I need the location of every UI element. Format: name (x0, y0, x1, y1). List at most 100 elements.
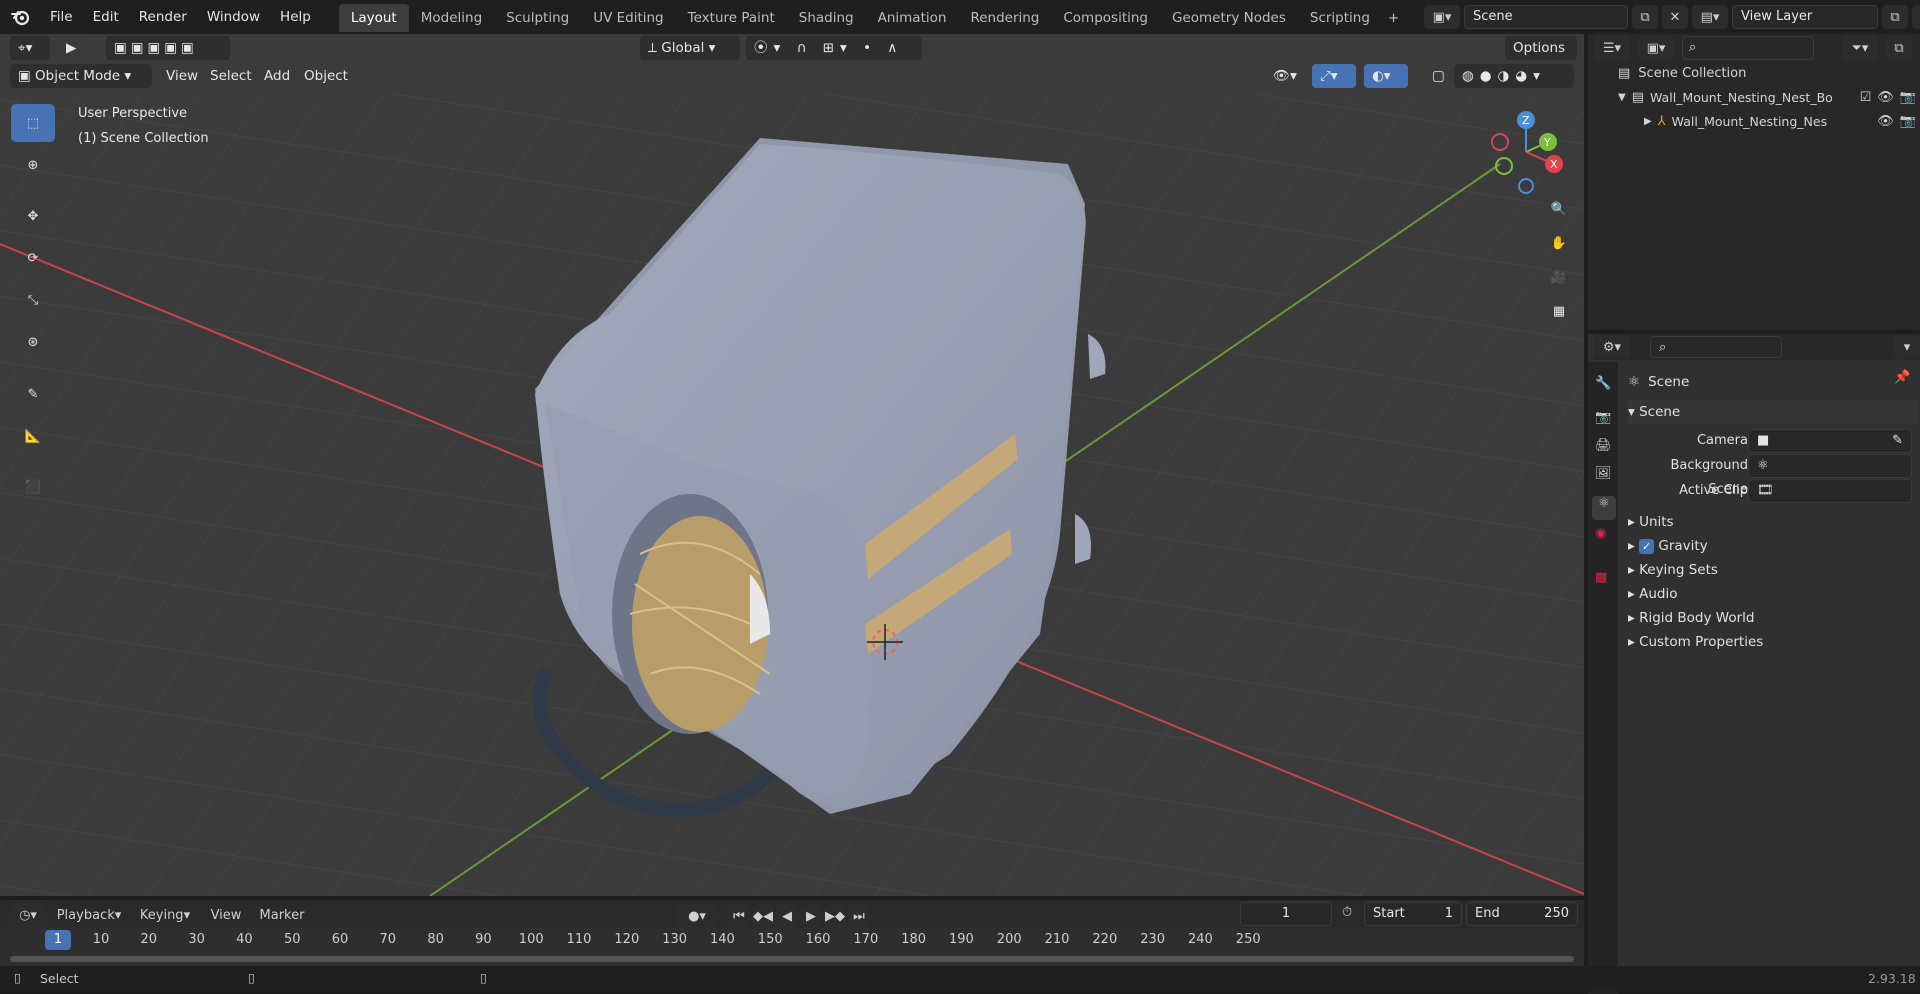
tool-scale[interactable]: ⤡ (11, 281, 55, 319)
menu-render[interactable]: Render (129, 0, 197, 34)
gravity-panel[interactable]: ▸ ✓ Gravity (1628, 534, 1708, 558)
view-layer-field[interactable]: View Layer (1732, 5, 1878, 29)
scene-selector-icon[interactable]: ▣▾ (1424, 5, 1460, 29)
eye-icon[interactable]: 👁 (1877, 90, 1894, 105)
new-view-layer-icon[interactable]: ⧉ (1882, 5, 1908, 29)
tab-layout[interactable]: Layout (338, 4, 409, 32)
play-icon[interactable]: ▶ (800, 904, 822, 928)
perspective-toggle-icon[interactable]: ▦ (1544, 296, 1574, 326)
scene-collection-row[interactable]: ▤ Scene Collection (1618, 66, 1746, 81)
xray-toggle[interactable]: ▢ (1424, 64, 1448, 88)
start-frame-field[interactable]: Start 1 (1364, 902, 1462, 926)
viewport-menu-add[interactable]: Add (256, 64, 298, 88)
playhead[interactable]: 1 (45, 930, 71, 950)
overlay-toggle[interactable]: ◐▾ (1364, 64, 1408, 88)
tab-scripting[interactable]: Scripting (1298, 4, 1382, 32)
tool-select-box[interactable]: ⬚ (11, 104, 55, 142)
menu-help[interactable]: Help (270, 0, 321, 34)
add-workspace-button[interactable]: + (1382, 4, 1405, 32)
units-panel[interactable]: ▸ Units (1628, 510, 1674, 534)
viewport-menu-select[interactable]: Select (202, 64, 260, 88)
marker-menu[interactable]: Marker (254, 903, 310, 927)
eye-icon[interactable]: 👁 (1877, 114, 1894, 129)
end-frame-field[interactable]: End 250 (1466, 902, 1578, 926)
tab-modeling[interactable]: Modeling (409, 4, 494, 32)
properties-search-input[interactable]: ⌕ (1650, 336, 1782, 358)
audio-panel[interactable]: ▸ Audio (1628, 582, 1677, 606)
filter-icon[interactable]: ⏷▾ (1842, 36, 1878, 60)
editor-type-button[interactable]: ⌖▾ (10, 36, 50, 60)
camera-view-icon[interactable]: 🎥 (1544, 262, 1574, 292)
world-tab-icon[interactable]: ◉ (1595, 526, 1606, 541)
properties-editor-type-icon[interactable]: ⚙▾ (1594, 335, 1630, 359)
tool-tab-icon[interactable]: 🔧 (1595, 376, 1611, 391)
new-collection-icon[interactable]: ⧉ (1886, 36, 1912, 60)
timeline-view-menu[interactable]: View (204, 903, 248, 927)
view-layer-selector-icon[interactable]: ▤▾ (1692, 5, 1728, 29)
new-scene-icon[interactable]: ⧉ (1632, 5, 1658, 29)
camera-icon[interactable]: 📷 (1900, 114, 1916, 129)
pin-icon[interactable]: 📌 (1894, 370, 1910, 385)
visibility-toggle[interactable]: 👁▾ (1265, 64, 1305, 88)
outliner-item-collection[interactable]: ▼ ▤ Wall_Mount_Nesting_Nest_Bo ☑ 👁 📷 (1618, 90, 1916, 105)
timeline-ruler[interactable]: 1 10 20 30 40 50 60 70 80 90 100 110 120 130 140 150 16… (0, 928, 1584, 966)
scene-name-field[interactable]: Scene (1464, 5, 1628, 29)
outliner-search-input[interactable]: ⌕ (1682, 36, 1814, 60)
options-button[interactable]: Options ▾ (1505, 36, 1577, 80)
outliner-editor-type-icon[interactable]: ☰▾ (1594, 36, 1630, 60)
tab-compositing[interactable]: Compositing (1051, 4, 1160, 32)
properties-options-icon[interactable]: ▾ (1894, 335, 1920, 359)
delete-scene-icon[interactable]: ✕ (1662, 5, 1688, 29)
scene-panel-header[interactable]: ▾ Scene (1628, 400, 1918, 424)
pivot-snap-buttons[interactable]: ⦿▾ ∩ ⊞▾ • ∧ (746, 36, 922, 60)
record-icon[interactable]: ●▾ (676, 904, 718, 928)
jump-start-icon[interactable]: ⏮ (728, 904, 750, 928)
keying-menu[interactable]: Keying ▾ (132, 903, 198, 927)
3d-viewport[interactable]: ⌖▾ ▶ ▣▣▣▣▣ ⟂ Global ▾ ⦿▾ ∩ ⊞▾ • ∧ Option… (0, 34, 1584, 896)
selection-mode-buttons[interactable]: ▣▣▣▣▣ (106, 36, 230, 60)
tab-rendering[interactable]: Rendering (958, 4, 1051, 32)
current-frame-field[interactable]: 1 (1240, 902, 1332, 926)
next-keyframe-icon[interactable]: ▶◆ (824, 904, 846, 928)
menu-file[interactable]: File (40, 0, 83, 34)
jump-end-icon[interactable]: ⏭ (848, 904, 870, 928)
tab-geometry-nodes[interactable]: Geometry Nodes (1160, 4, 1298, 32)
tab-shading[interactable]: Shading (787, 4, 866, 32)
tab-sculpting[interactable]: Sculpting (494, 4, 581, 32)
render-tab-icon[interactable]: 📷 (1595, 410, 1611, 425)
play-reverse-icon[interactable]: ◀ (776, 904, 798, 928)
transform-orientation-select[interactable]: ⟂ Global ▾ (640, 36, 740, 60)
camera-field[interactable]: ■ ✎ (1748, 429, 1912, 453)
viewport-menu-object[interactable]: Object (296, 64, 356, 88)
tool-annotate[interactable]: ✎ (11, 375, 55, 413)
gizmo-toggle[interactable]: ⤢▾ (1312, 64, 1356, 88)
tool-cursor[interactable]: ⊕ (11, 146, 55, 184)
tool-measure[interactable]: 📐 (11, 417, 55, 455)
tool-add-cube[interactable]: ⬛ (11, 468, 55, 506)
gravity-checkbox[interactable]: ✓ (1639, 539, 1655, 554)
viewport-menu-view[interactable]: View (158, 64, 206, 88)
delete-view-layer-icon[interactable]: ✕ (1912, 5, 1920, 29)
select-tool-button[interactable]: ▶ (58, 36, 86, 60)
custom-properties-panel[interactable]: ▸ Custom Properties (1628, 630, 1763, 654)
pan-hand-icon[interactable]: ✋ (1544, 228, 1574, 258)
tool-move[interactable]: ✥ (11, 197, 55, 235)
checkbox-icon[interactable]: ☑ (1860, 90, 1872, 105)
blender-logo-icon[interactable] (0, 0, 40, 34)
shading-modes[interactable]: ◍●◑◕▾ (1454, 64, 1574, 88)
rigid-body-world-panel[interactable]: ▸ Rigid Body World (1628, 606, 1754, 630)
navigation-gizmo[interactable]: Z Y X (1486, 104, 1572, 194)
active-clip-field[interactable]: 🎞 (1748, 479, 1912, 503)
timeline-editor-type-icon[interactable]: ◷▾ (10, 903, 46, 927)
scene-tab-icon[interactable]: ⚛ (1592, 496, 1616, 520)
tab-texture-paint[interactable]: Texture Paint (676, 4, 787, 32)
camera-icon[interactable]: 📷 (1900, 90, 1916, 105)
outliner-item-object[interactable]: ▶ ⅄ Wall_Mount_Nesting_Nes 👁 📷 (1644, 114, 1916, 129)
tab-uv-editing[interactable]: UV Editing (581, 4, 675, 32)
view-layer-tab-icon[interactable]: 🖼 (1595, 466, 1612, 481)
tool-transform[interactable]: ⊛ (11, 323, 55, 361)
menu-window[interactable]: Window (197, 0, 270, 34)
prev-keyframe-icon[interactable]: ◆◀ (752, 904, 774, 928)
tab-animation[interactable]: Animation (866, 4, 959, 32)
menu-edit[interactable]: Edit (83, 0, 129, 34)
